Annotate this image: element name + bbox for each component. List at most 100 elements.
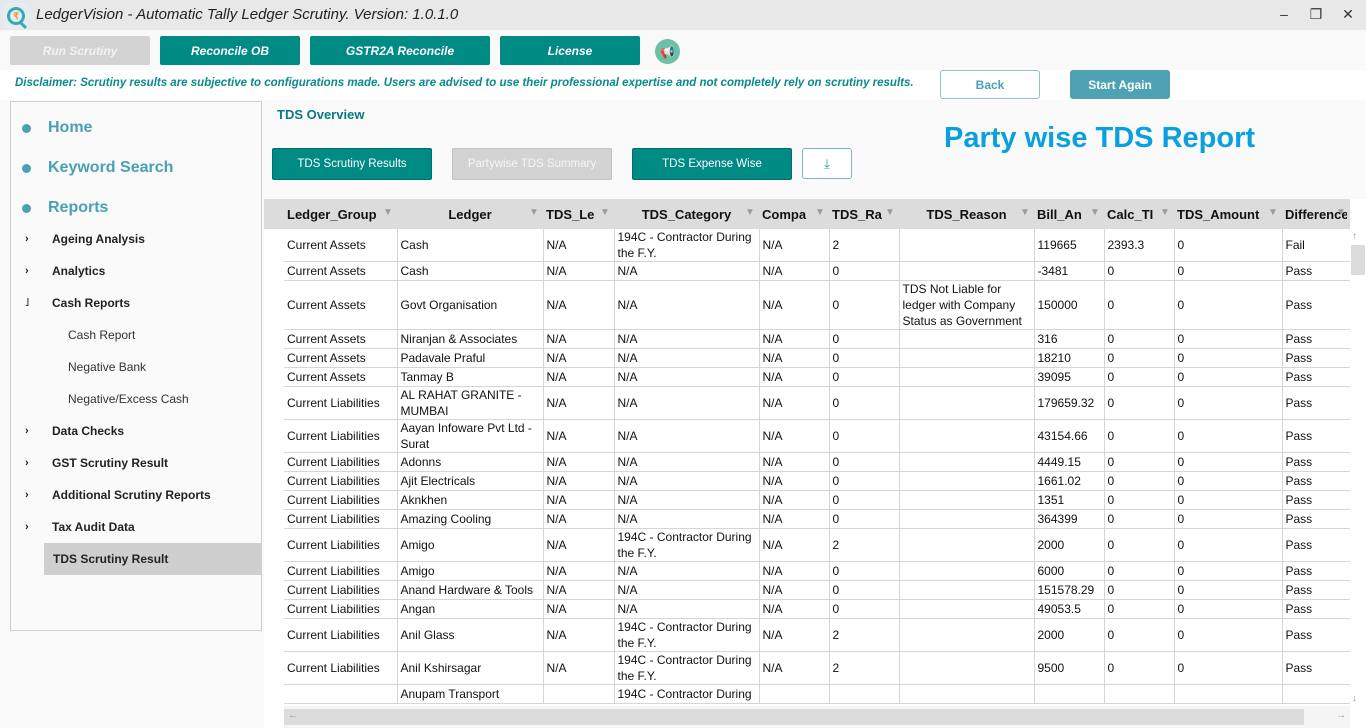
filter-icon[interactable]: ▼ [1268,207,1278,218]
table-cell: 0 [829,599,900,619]
table-cell: N/A [543,452,615,472]
filter-icon[interactable]: ▼ [1336,207,1346,218]
table-cell: 316 [1034,329,1105,349]
table-row[interactable]: Current Liabilities Amigo N/A 194C - Contra… [284,528,1350,562]
sidebar-item-additional-scrutiny-reports[interactable]: › Additional Scrutiny Reports [25,485,211,505]
tab-tds-scrutiny-results[interactable]: TDS Scrutiny Results [272,148,432,180]
table-cell [899,651,1035,685]
table-row[interactable]: Current Liabilities Anil Glass N/A 194C - C… [284,618,1350,652]
scroll-left-icon[interactable]: ← [288,710,298,721]
sidebar-item-label: GST Scrutiny Result [52,456,169,470]
table-cell: N/A [759,580,830,600]
sidebar-item-ageing-analysis[interactable]: › Ageing Analysis [25,229,145,249]
table-row[interactable]: Current Liabilities Amazing Cooling N/A N/A… [284,509,1350,529]
sidebar-item-negative-excess-cash[interactable]: Negative/Excess Cash [68,392,189,406]
table-cell: 194C - Contractor During [614,684,760,704]
table-cell: Current Assets [284,261,398,281]
start-again-button[interactable]: Start Again [1070,70,1170,99]
table-cell: 0 [1174,348,1283,368]
column-header[interactable]: Ledger [400,199,540,229]
scroll-right-icon[interactable]: → [1336,710,1346,721]
table-row[interactable]: Current Liabilities Anil Kshirsagar N/A 194… [284,651,1350,685]
reconcile-ob-button[interactable]: Reconcile OB [160,36,300,65]
filter-icon[interactable]: ▼ [1020,207,1030,218]
table-cell: N/A [614,261,760,281]
table-cell: Pass [1282,348,1350,368]
table-cell: Pass [1282,471,1350,491]
table-cell: 0 [829,452,900,472]
column-header[interactable]: TDS_Reason [902,199,1031,229]
filter-icon[interactable]: ▼ [815,207,825,218]
license-button[interactable]: License [500,36,640,65]
vertical-scrollbar[interactable]: ↑ ↓ [1350,229,1366,706]
table-cell: Adonns [397,452,544,472]
tab-tds-expense-wise[interactable]: TDS Expense Wise [632,148,792,180]
table-row[interactable]: Current Assets Cash N/A N/A N/A 0 -3481 0 0 Pass [284,261,1350,281]
filter-icon[interactable]: ▼ [885,207,895,218]
sidebar-item-negative-bank[interactable]: Negative Bank [68,360,146,374]
download-button[interactable]: ⤓ [802,148,852,179]
sidebar-item-keyword-search[interactable]: Keyword Search [22,156,173,180]
sidebar-item-reports[interactable]: Reports [22,196,108,220]
gstr2a-reconcile-button[interactable]: GSTR2A Reconcile [310,36,490,65]
sidebar-item-cash-reports[interactable]: ˩ Cash Reports [25,293,130,313]
table-cell [829,684,900,704]
sidebar-item-tax-audit-data[interactable]: › Tax Audit Data [25,517,135,537]
table-cell: Niranjan & Associates [397,329,544,349]
table-row[interactable]: Anupam Transport 194C - Contractor During [284,684,1350,704]
table-row[interactable]: Current Liabilities Aayan Infoware Pvt Lt… [284,419,1350,453]
table-row[interactable]: Current Assets Padavale Praful N/A N/A N/A 0 1… [284,348,1350,368]
filter-icon[interactable]: ▼ [600,207,610,218]
table-row[interactable]: Current Liabilities Ajit Electricals N/A N/… [284,471,1350,491]
table-cell: N/A [543,651,615,685]
table-cell: N/A [543,348,615,368]
scroll-up-icon[interactable]: ↑ [1352,231,1357,242]
horizontal-scroll-thumb[interactable] [284,709,1304,725]
disclaimer-text: Disclaimer: Scrutiny results are subject… [15,77,914,89]
horizontal-scrollbar[interactable]: ← → [284,706,1350,728]
vertical-scroll-thumb[interactable] [1351,245,1365,275]
megaphone-icon[interactable]: 📢 [655,39,680,64]
table-cell [899,471,1035,491]
tab-partywise-tds-summary[interactable]: Partywise TDS Summary [452,148,612,180]
disclaimer-bar: Disclaimer: Scrutiny results are subject… [0,70,1366,100]
table-row[interactable]: Current Liabilities Angan N/A N/A N/A 0 49053.… [284,599,1350,619]
sidebar-item-data-checks[interactable]: › Data Checks [25,421,124,441]
filter-icon[interactable]: ▼ [1090,207,1100,218]
table-cell: Current Liabilities [284,509,398,529]
table-cell: 9500 [1034,651,1105,685]
close-button[interactable]: ✕ [1338,6,1358,23]
filter-icon[interactable]: ▼ [745,207,755,218]
table-cell [899,509,1035,529]
table-row[interactable]: Current Liabilities Anand Hardware & Tool… [284,580,1350,600]
table-row[interactable]: Current Assets Niranjan & Associates N/A N/… [284,329,1350,349]
sidebar-item-analytics[interactable]: › Analytics [25,261,105,281]
table-row[interactable]: Current Liabilities AL RAHAT GRANITE - MU… [284,386,1350,420]
run-scrutiny-button[interactable]: Run Scrutiny [10,36,150,65]
table-cell: N/A [614,367,760,387]
table-row[interactable]: Current Liabilities Adonns N/A N/A N/A 0 4449.… [284,452,1350,472]
scroll-down-icon[interactable]: ↓ [1352,693,1357,704]
table-row[interactable]: Current Liabilities Amigo N/A N/A N/A 0 6000 0 0… [284,561,1350,581]
table-row[interactable]: Current Assets Cash N/A 194C - Contractor D… [284,229,1350,262]
sidebar-item-gst-scrutiny-result[interactable]: › GST Scrutiny Result [25,453,168,473]
column-header[interactable]: TDS_Amount [1177,199,1279,229]
sidebar-item-tds-scrutiny-result[interactable]: TDS Scrutiny Result [44,543,262,575]
table-row[interactable]: Current Assets Tanmay B N/A N/A N/A 0 39095 0 0 P… [284,367,1350,387]
rupee-magnifier-icon: ₹ [7,7,28,30]
sidebar-item-cash-report[interactable]: Cash Report [68,328,135,342]
table-cell: N/A [759,618,830,652]
table-cell: 0 [1174,280,1283,330]
table-row[interactable]: Current Liabilities Aknkhen N/A N/A N/A 0 1351… [284,490,1350,510]
restore-button[interactable]: ❐ [1306,6,1326,23]
column-header[interactable]: Ledger_Group [287,199,394,229]
back-button[interactable]: Back [940,70,1040,99]
filter-icon[interactable]: ▼ [383,207,393,218]
filter-icon[interactable]: ▼ [1160,207,1170,218]
filter-icon[interactable]: ▼ [529,207,539,218]
table-cell: N/A [759,528,830,562]
minimize-button[interactable]: ‒ [1274,6,1294,22]
column-header[interactable]: TDS_Category [617,199,756,229]
sidebar-item-home[interactable]: Home [22,116,92,140]
table-row[interactable]: Current Assets Govt Organisation N/A N/A N/A… [284,280,1350,330]
